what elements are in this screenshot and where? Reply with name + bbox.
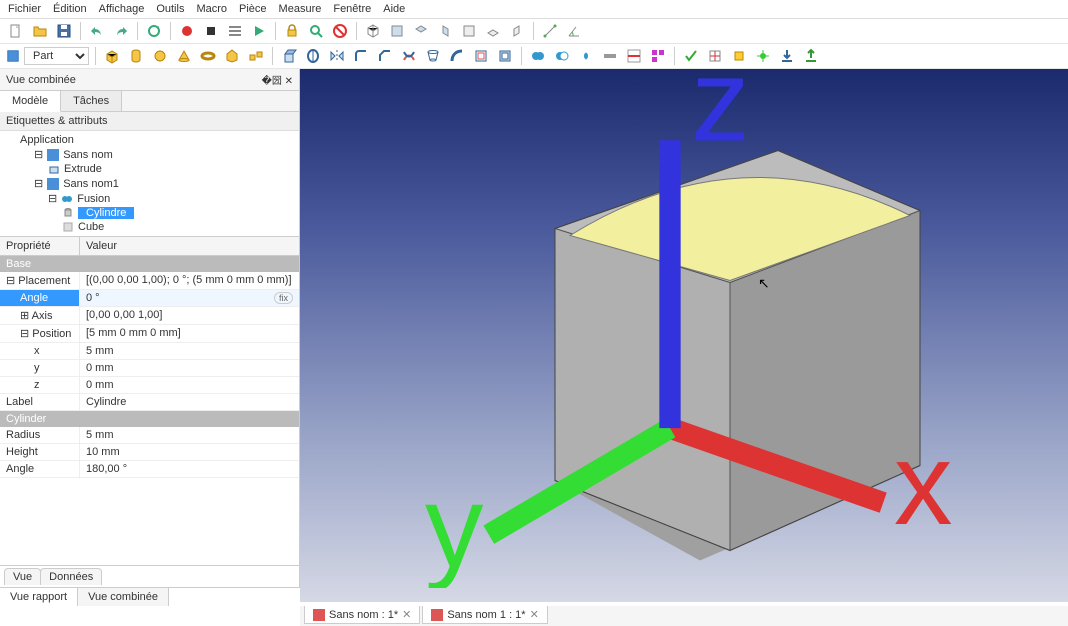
status-tab-combined[interactable]: Vue combinée	[78, 588, 169, 606]
tree-extrude[interactable]: Extrude	[46, 162, 295, 176]
part-builder-icon[interactable]	[246, 46, 266, 66]
separator	[275, 22, 276, 40]
tree-application[interactable]: Application	[18, 133, 295, 147]
property-header: Propriété Valeur	[0, 237, 299, 256]
view-right-icon[interactable]	[435, 21, 455, 41]
menubar: Fichier Édition Affichage Outils Macro P…	[0, 0, 1068, 19]
separator	[137, 22, 138, 40]
row-axis[interactable]: ⊞ Axis[0,00 0,00 1,00]	[0, 307, 299, 325]
svg-text:x: x	[894, 418, 953, 549]
row-radius[interactable]: Radius5 mm	[0, 427, 299, 444]
svg-text:z: z	[691, 55, 750, 165]
tree-doc-1[interactable]: ⊟Sans nom	[32, 147, 295, 162]
tab-tasks[interactable]: Tâches	[61, 91, 122, 111]
tab-model[interactable]: Modèle	[0, 91, 61, 112]
tree-fusion[interactable]: ⊟Fusion	[46, 191, 295, 206]
redo-icon[interactable]	[111, 21, 131, 41]
doc-tab-1[interactable]: Sans nom : 1* ✕	[304, 605, 420, 624]
row-position[interactable]: ⊟ Position[5 mm 0 mm 0 mm]	[0, 325, 299, 343]
save-icon[interactable]	[54, 21, 74, 41]
panel-title: Vue combinée	[6, 74, 76, 86]
part-box-icon[interactable]	[102, 46, 122, 66]
header-value: Valeur	[80, 237, 123, 255]
menu-view[interactable]: Affichage	[99, 3, 145, 15]
separator	[356, 22, 357, 40]
header-property: Propriété	[0, 237, 80, 255]
tree-cylinder[interactable]: Cylindre	[60, 206, 295, 220]
tab-view[interactable]: Vue	[4, 568, 41, 585]
status-tab-report[interactable]: Vue rapport	[0, 588, 78, 606]
toolbar-main	[0, 19, 1068, 44]
separator	[272, 47, 273, 65]
row-placement[interactable]: ⊟ Placement[(0,00 0,00 1,00); 0 °; (5 mm…	[0, 272, 299, 290]
row-z[interactable]: z0 mm	[0, 377, 299, 394]
separator	[533, 22, 534, 40]
undo-icon[interactable]	[87, 21, 107, 41]
measure-angle-icon[interactable]	[564, 21, 584, 41]
menu-help[interactable]: Aide	[383, 3, 405, 15]
view-iso-icon[interactable]	[363, 21, 383, 41]
group-cylinder: Cylinder	[0, 411, 299, 427]
new-file-icon[interactable]	[6, 21, 26, 41]
zoom-fit-icon[interactable]	[306, 21, 326, 41]
part-cylinder-icon[interactable]	[126, 46, 146, 66]
row-x[interactable]: x5 mm	[0, 343, 299, 360]
no-entry-icon[interactable]	[330, 21, 350, 41]
property-panel: Propriété Valeur Base ⊟ Placement[(0,00 …	[0, 236, 299, 565]
3d-viewport[interactable]: ↖ x y z	[300, 69, 1068, 602]
close-tab-icon[interactable]: ✕	[402, 608, 411, 621]
section-labels-attrs: Etiquettes & attributs	[0, 112, 299, 131]
separator	[95, 47, 96, 65]
panel-tabs: Modèle Tâches	[0, 91, 299, 112]
menu-tools[interactable]: Outils	[156, 3, 184, 15]
part-torus-icon[interactable]	[198, 46, 218, 66]
separator	[80, 22, 81, 40]
view-front-icon[interactable]	[387, 21, 407, 41]
row-angle[interactable]: Angle0 °fix	[0, 290, 299, 307]
open-file-icon[interactable]	[30, 21, 50, 41]
row-label[interactable]: LabelCylindre	[0, 394, 299, 411]
measure-distance-icon[interactable]	[540, 21, 560, 41]
viewport-wrap: ↖ x y z Sans nom : 1* ✕ Sans nom 1 : 1* …	[300, 69, 1068, 587]
axis-gizmo: x y z	[286, 55, 1054, 588]
doc-tab-2[interactable]: Sans nom 1 : 1* ✕	[422, 605, 548, 624]
row-height[interactable]: Height10 mm	[0, 444, 299, 461]
view-top-icon[interactable]	[411, 21, 431, 41]
macro-record-icon[interactable]	[177, 21, 197, 41]
menu-macro[interactable]: Macro	[196, 3, 227, 15]
svg-text:y: y	[425, 461, 484, 588]
macro-list-icon[interactable]	[225, 21, 245, 41]
property-bottom-tabs: Vue Données	[0, 565, 299, 587]
menu-window[interactable]: Fenêtre	[333, 3, 371, 15]
view-bottom-icon[interactable]	[483, 21, 503, 41]
row-y[interactable]: y0 mm	[0, 360, 299, 377]
menu-file[interactable]: Fichier	[8, 3, 41, 15]
part-cone-icon[interactable]	[174, 46, 194, 66]
refresh-icon[interactable]	[144, 21, 164, 41]
separator	[170, 22, 171, 40]
tab-data[interactable]: Données	[40, 568, 102, 585]
menu-part[interactable]: Pièce	[239, 3, 267, 15]
tree-cube[interactable]: Cube	[60, 220, 295, 234]
menu-measure[interactable]: Measure	[279, 3, 322, 15]
lock-icon[interactable]	[282, 21, 302, 41]
menu-edit[interactable]: Édition	[53, 3, 87, 15]
macro-play-icon[interactable]	[249, 21, 269, 41]
part-sphere-icon[interactable]	[150, 46, 170, 66]
panel-title-bar: Vue combinée �圀 ✕	[0, 69, 299, 91]
row-cyl-angle[interactable]: Angle180,00 °	[0, 461, 299, 478]
macro-stop-icon[interactable]	[201, 21, 221, 41]
workbench-select[interactable]: Part	[24, 47, 89, 65]
tree-doc-2[interactable]: ⊟Sans nom1	[32, 176, 295, 191]
view-left-icon[interactable]	[507, 21, 527, 41]
workbench-selector[interactable]: Part	[6, 47, 89, 65]
tree-view[interactable]: Application ⊟Sans nom Extrude ⊟Sans nom1…	[0, 131, 299, 236]
combo-view-panel: Vue combinée �圀 ✕ Modèle Tâches Etiquett…	[0, 69, 300, 587]
part-prism-icon[interactable]	[222, 46, 242, 66]
close-tab-icon[interactable]: ✕	[530, 608, 539, 621]
group-base: Base	[0, 256, 299, 272]
view-rear-icon[interactable]	[459, 21, 479, 41]
